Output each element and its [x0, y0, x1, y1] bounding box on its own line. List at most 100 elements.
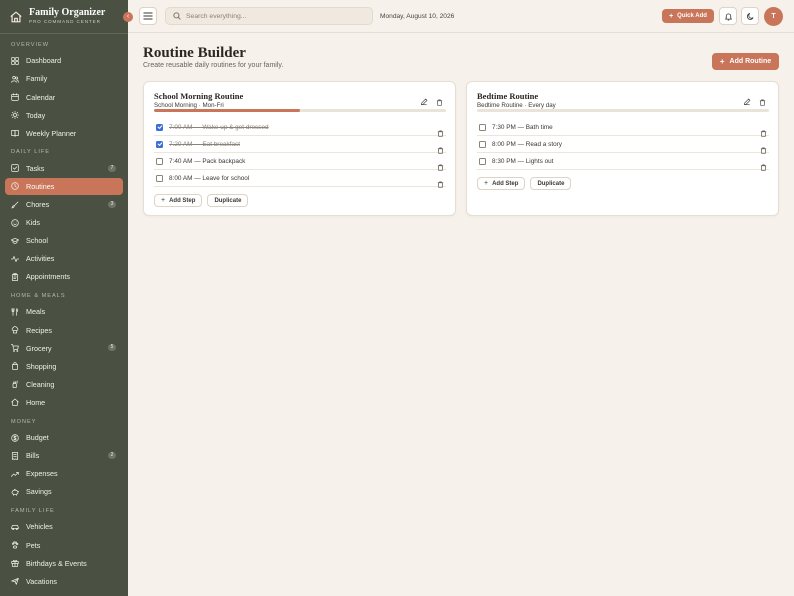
sidebar-collapse-button[interactable]: ‹	[123, 12, 133, 22]
sidebar-item-label: Today	[26, 110, 46, 120]
sidebar-item-label: Expenses	[26, 469, 58, 479]
sidebar-item-label: Shopping	[26, 361, 57, 371]
sidebar-item-label: Vacations	[26, 576, 58, 586]
house-logo-icon	[10, 11, 22, 22]
sidebar-item-savings[interactable]: Savings	[5, 484, 123, 501]
delete-step-button[interactable]	[760, 158, 767, 176]
list-item: 8:30 PM — Lights out	[477, 153, 769, 171]
quick-add-button[interactable]: + Quick Add	[662, 9, 714, 23]
sidebar-item-label: Grocery	[26, 343, 52, 353]
calendar-icon	[11, 93, 19, 101]
sidebar-item-kids[interactable]: Kids	[5, 214, 123, 231]
list-item: 7:20 AM — Eat breakfast	[154, 136, 446, 154]
sidebar-item-vacations[interactable]: Vacations	[5, 573, 123, 590]
duplicate-button[interactable]: Duplicate	[207, 194, 249, 207]
sidebar-item-today[interactable]: Today	[5, 107, 123, 124]
nav-group-family-life: Vehicles Pets Birthdays & Events Vacations	[0, 519, 128, 590]
nav-group-money: Budget Bills 2 Expenses Savings	[0, 429, 128, 500]
sidebar-item-family[interactable]: Family	[5, 71, 123, 88]
trash-icon	[760, 158, 767, 175]
sidebar-item-label: Chores	[26, 200, 50, 209]
nav-section-daily-life: DAILY LIFE	[11, 149, 51, 156]
sidebar-item-label: Savings	[26, 487, 52, 497]
step-checkbox[interactable]	[479, 157, 486, 165]
step-label: 7:00 AM — Wake up & get dressed	[169, 123, 269, 131]
sidebar-item-shopping[interactable]: Shopping	[5, 358, 123, 375]
sidebar-item-label: Weekly Planner	[26, 128, 77, 138]
sidebar-item-routines[interactable]: Routines	[5, 178, 123, 195]
sidebar-item-vehicles[interactable]: Vehicles	[5, 519, 123, 536]
list-item: 8:00 PM — Read a story	[477, 136, 769, 154]
menu-button[interactable]	[139, 7, 157, 25]
check-square-icon	[11, 164, 19, 173]
book-icon	[11, 129, 19, 137]
user-avatar[interactable]: T	[764, 7, 783, 26]
step-label: 8:30 PM — Lights out	[492, 157, 554, 165]
moon-icon	[746, 12, 754, 20]
add-step-button[interactable]: + Add Step	[154, 194, 203, 207]
dollar-icon	[11, 433, 19, 442]
sidebar-item-recipes[interactable]: Recipes	[5, 322, 123, 339]
step-checkbox[interactable]	[156, 174, 163, 182]
duplicate-button[interactable]: Duplicate	[530, 177, 572, 190]
notifications-button[interactable]	[719, 7, 737, 25]
spray-icon	[11, 380, 19, 389]
plane-icon	[11, 577, 19, 585]
topbar: Monday, August 10, 2026 + Quick Add T	[128, 0, 794, 33]
sidebar-item-label: Pets	[26, 540, 41, 550]
pencil-icon	[420, 93, 428, 110]
trash-icon	[437, 175, 444, 192]
list-item: 7:30 PM — Bath time	[477, 119, 769, 137]
plus-icon: +	[719, 57, 725, 66]
sidebar-item-label: Home	[26, 397, 46, 407]
sidebar-item-birthdays-and-events[interactable]: Birthdays & Events	[5, 555, 123, 572]
step-checkbox[interactable]	[479, 140, 486, 148]
add-step-button[interactable]: + Add Step	[477, 177, 526, 190]
sidebar-item-label: Bills	[26, 451, 40, 461]
plus-icon: +	[669, 12, 674, 20]
nav-group-overview: Dashboard Family Calendar Today Weekly Plann…	[0, 53, 128, 142]
check-icon	[157, 124, 163, 130]
sidebar-item-activities[interactable]: Activities	[5, 251, 123, 268]
clipboard-icon	[11, 273, 19, 281]
cart-icon	[11, 344, 19, 353]
step-checkbox[interactable]	[156, 140, 163, 148]
sidebar-item-tasks[interactable]: Tasks 7	[5, 160, 123, 177]
brand[interactable]: Family Organizer PRO COMMAND CENTER	[0, 0, 128, 34]
sidebar-item-pets[interactable]: Pets	[5, 537, 123, 554]
search-box[interactable]	[165, 7, 373, 25]
sidebar-item-label: Family	[26, 74, 48, 84]
sidebar-item-calendar[interactable]: Calendar	[5, 89, 123, 106]
search-input[interactable]	[186, 12, 366, 20]
step-checkbox[interactable]	[156, 157, 163, 165]
sidebar-item-school[interactable]: School	[5, 232, 123, 249]
routine-progress-bar	[154, 109, 446, 112]
duplicate-label: Duplicate	[214, 197, 242, 204]
step-checkbox[interactable]	[156, 123, 163, 131]
nav-section-family-life: FAMILY LIFE	[11, 508, 55, 515]
hamburger-icon	[143, 12, 153, 20]
sidebar-item-budget[interactable]: Budget	[5, 429, 123, 446]
add-routine-button[interactable]: + Add Routine	[712, 53, 779, 70]
sidebar-item-home[interactable]: Home	[5, 394, 123, 411]
sidebar-item-bills[interactable]: Bills 2	[5, 447, 123, 464]
duplicate-label: Duplicate	[537, 180, 565, 187]
sidebar-item-label: Birthdays & Events	[26, 558, 87, 568]
nav-section-money: MONEY	[11, 418, 37, 425]
sidebar-item-dashboard[interactable]: Dashboard	[5, 53, 123, 70]
sidebar-item-chores[interactable]: Chores 3	[5, 196, 123, 213]
clock-icon	[11, 182, 19, 191]
sidebar-item-expenses[interactable]: Expenses	[5, 465, 123, 482]
check-icon	[157, 141, 163, 147]
dark-mode-button[interactable]	[741, 7, 759, 25]
sidebar-item-appointments[interactable]: Appointments	[5, 269, 123, 286]
sidebar-item-grocery[interactable]: Grocery 5	[5, 340, 123, 357]
sidebar-item-cleaning[interactable]: Cleaning	[5, 376, 123, 393]
routine-card: Bedtime Routine Bedtime Routine · Every d…	[466, 81, 779, 216]
count-badge: 3	[108, 200, 116, 208]
sidebar-item-weekly-planner[interactable]: Weekly Planner	[5, 125, 123, 142]
delete-step-button[interactable]	[437, 175, 444, 193]
search-icon	[173, 12, 181, 20]
sidebar-item-meals[interactable]: Meals	[5, 304, 123, 321]
step-checkbox[interactable]	[479, 123, 486, 131]
